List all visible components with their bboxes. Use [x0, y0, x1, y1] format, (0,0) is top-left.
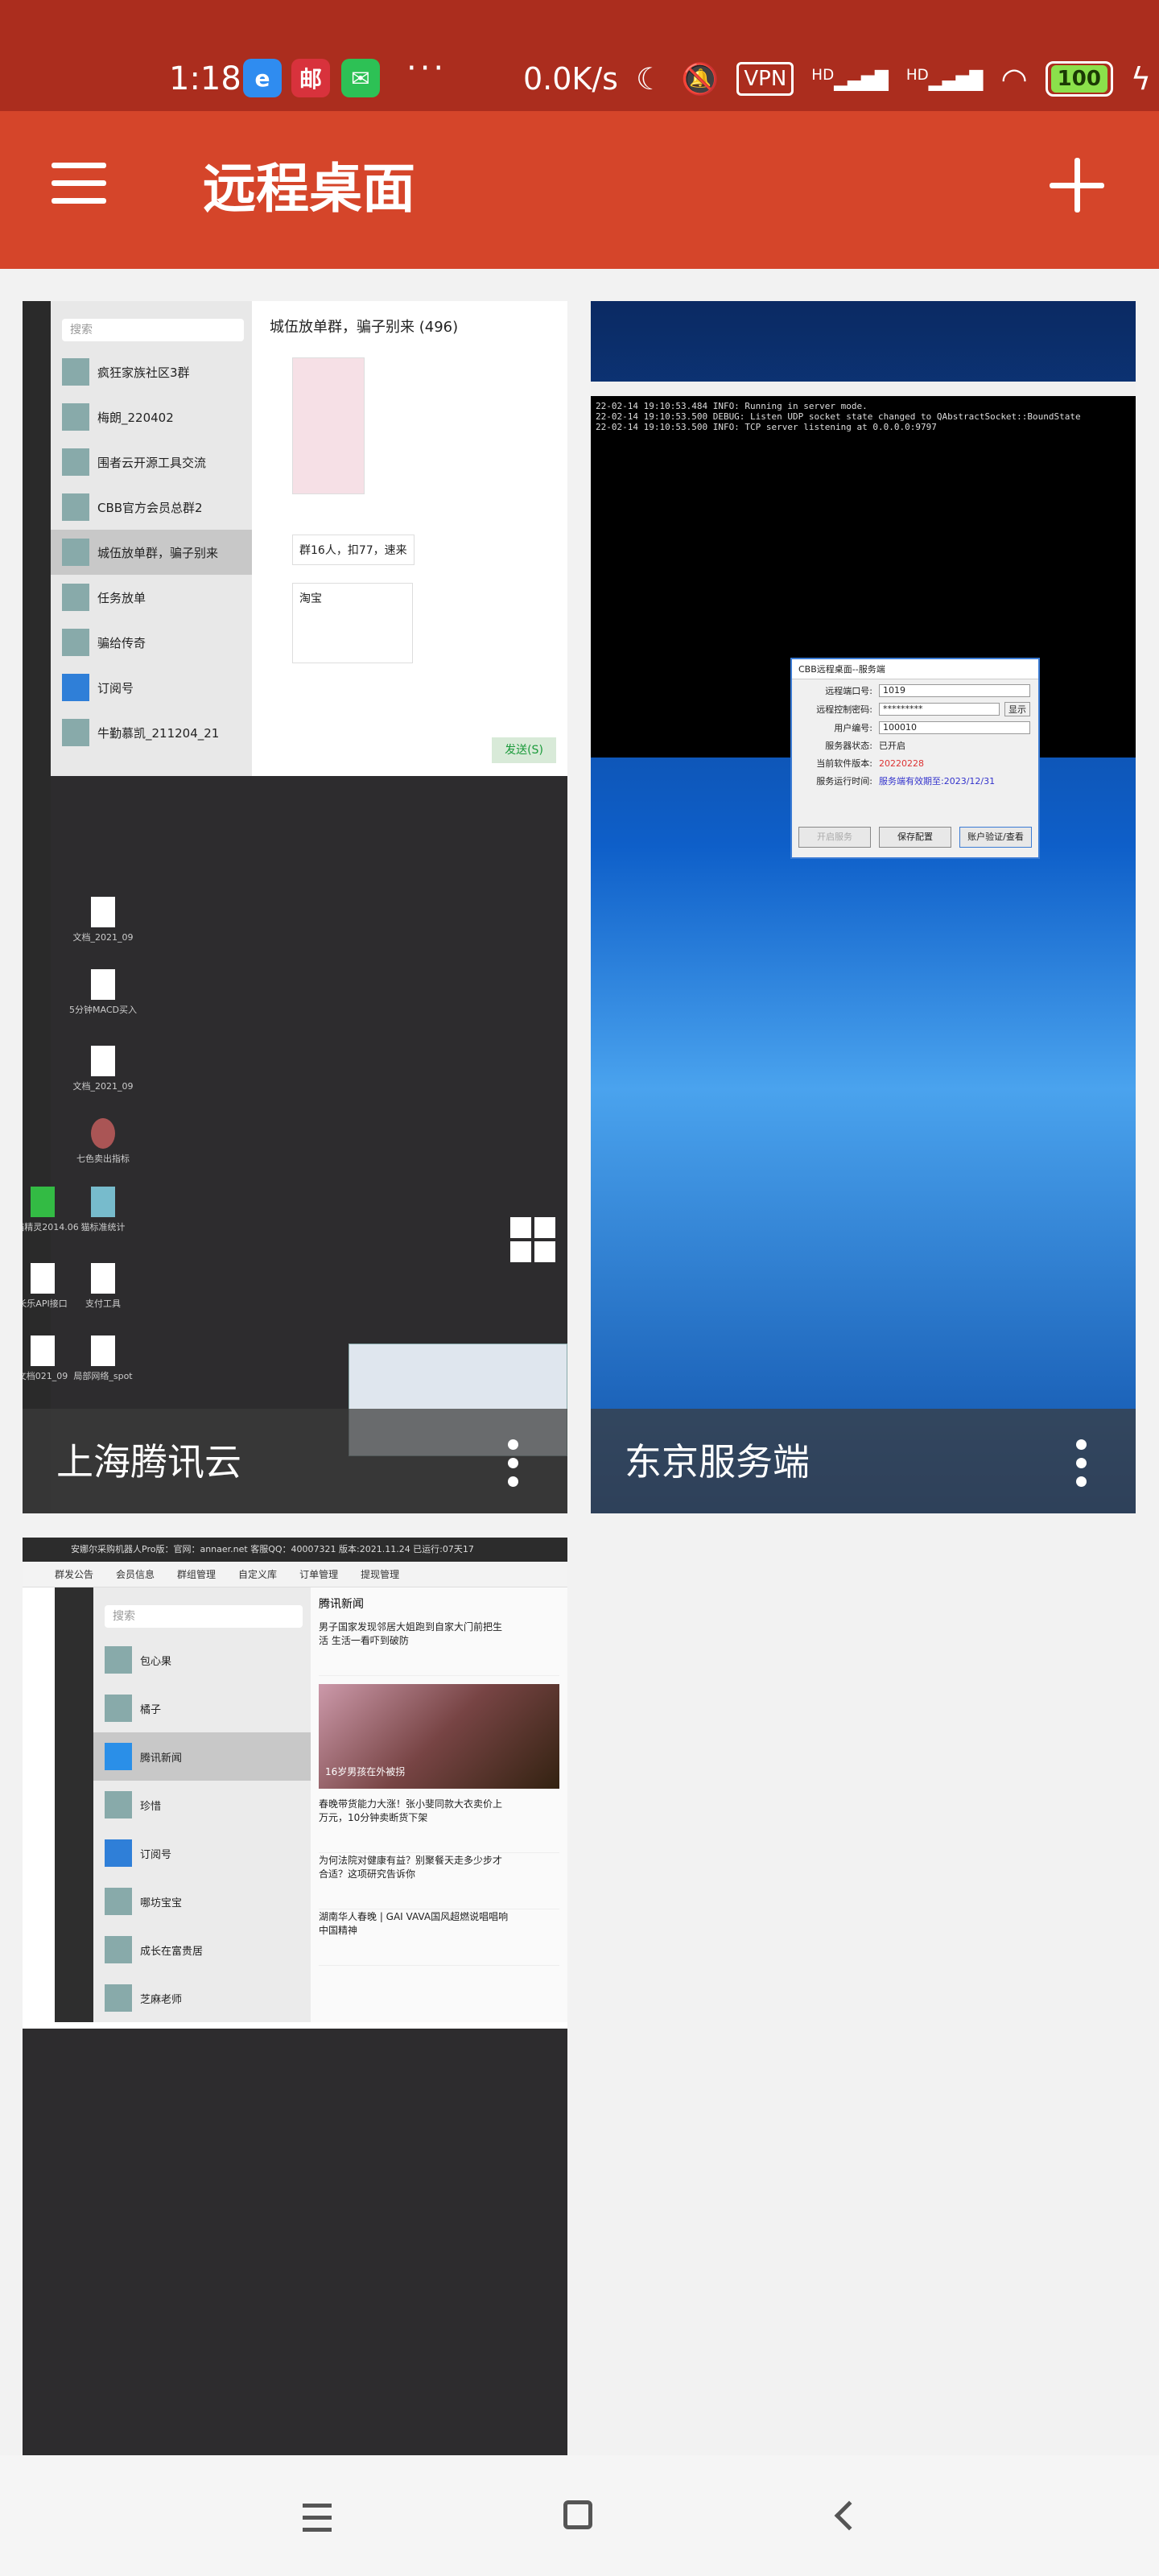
more-options-icon[interactable] [508, 1439, 519, 1487]
list-item: 芝麻老师 [140, 1993, 183, 2006]
list-item: 腾讯新闻 [140, 1752, 183, 1765]
list-item: 珍惜 [140, 1800, 162, 1813]
menu-button[interactable] [52, 163, 106, 214]
status-time: 1:18 [169, 60, 241, 97]
more-notifications-icon: ··· [406, 50, 448, 87]
recent-apps-button[interactable] [303, 2504, 351, 2552]
list-item: 骗给传奇 [97, 635, 146, 650]
list-item: 梅朗_220402 [97, 410, 174, 425]
list-item: 橘子 [140, 1703, 162, 1716]
remote-screenshot: 搜索 疯狂家族社区3群 梅朗_220402 围者云开源工具交流 CBB官方会员总… [51, 301, 567, 776]
message: 淘宝 [292, 583, 413, 663]
charging-icon: ϟ [1130, 61, 1151, 97]
list-item: 订阅号 [140, 1848, 172, 1861]
card-title: 东京服务端 [625, 1440, 810, 1484]
chat-title: 城伍放单群，骗子别来 (496) [270, 319, 459, 336]
add-button[interactable] [1050, 158, 1104, 213]
remote-desktop-card[interactable]: 搜索 疯狂家族社区3群 梅朗_220402 围者云开源工具交流 CBB官方会员总… [23, 301, 567, 1513]
battery-icon: 100 [1045, 61, 1113, 97]
app-bar: 远程桌面 [0, 111, 1159, 269]
list-item: 围者云开源工具交流 [97, 455, 207, 470]
list-item: 疯狂家族社区3群 [97, 365, 190, 380]
vpn-badge: VPN [736, 62, 794, 96]
list-item: 城伍放单群，骗子别来 [97, 545, 219, 560]
wifi-icon: ◠ [1000, 61, 1028, 97]
page-title: 远程桌面 [203, 158, 415, 220]
network-speed: 0.0K/s [523, 61, 618, 97]
list-item: 任务放单 [97, 590, 146, 605]
wechat-icon: ✉ [341, 59, 380, 97]
remote-desktop-card[interactable]: 安娜尔采购机器人Pro版：官网：annaer.net 客服QQ：40007321… [23, 1538, 567, 2455]
list-item: 成长在富贵居 [140, 1945, 204, 1958]
remote-screenshot: 安娜尔采购机器人Pro版：官网：annaer.net 客服QQ：40007321… [23, 1538, 567, 2029]
mute-icon: 🔕 [681, 60, 720, 97]
windows-logo-icon [510, 1217, 555, 1262]
signal-icon: HD▂▄▆█ [905, 66, 984, 92]
moon-icon: ☾ [635, 61, 664, 97]
signal-icon: HD▂▄▆█ [811, 66, 889, 92]
list-item: 牛勤慕凯_211204_21 [97, 725, 220, 741]
more-options-icon[interactable] [1076, 1439, 1087, 1487]
system-nav-bar [0, 2455, 1159, 2576]
search-input: 搜索 [62, 319, 244, 341]
browser-icon: e [243, 59, 282, 97]
card-footer: 上海腾讯云 [23, 1409, 567, 1513]
status-bar: 1:18 e 邮 ✉ ··· 0.0K/s ☾ 🔕 VPN HD▂▄▆█ HD▂… [0, 0, 1159, 111]
message: 群16人，扣77，速来 [292, 535, 415, 565]
back-button[interactable] [834, 2500, 864, 2531]
server-dialog: CBB远程桌面--服务端 远程端口号: 1019 远程控制密码: *********… [790, 658, 1040, 859]
card-footer: 东京服务端 [591, 1409, 1136, 1513]
list-item: 订阅号 [97, 680, 134, 696]
battery-level: 100 [1050, 65, 1107, 93]
list-item: CBB官方会员总群2 [97, 500, 203, 515]
list-item: 包心果 [140, 1655, 172, 1668]
list-item: 哪坊宝宝 [140, 1897, 183, 1909]
remote-desktop-card[interactable]: 22-02-14 19:10:53.484 INFO: Running in s… [591, 301, 1136, 1513]
card-title: 上海腾讯云 [56, 1440, 241, 1484]
send-button: 发送(S) [492, 737, 556, 763]
home-button[interactable] [563, 2500, 592, 2529]
mail-icon: 邮 [291, 59, 330, 97]
image-message [292, 357, 365, 494]
